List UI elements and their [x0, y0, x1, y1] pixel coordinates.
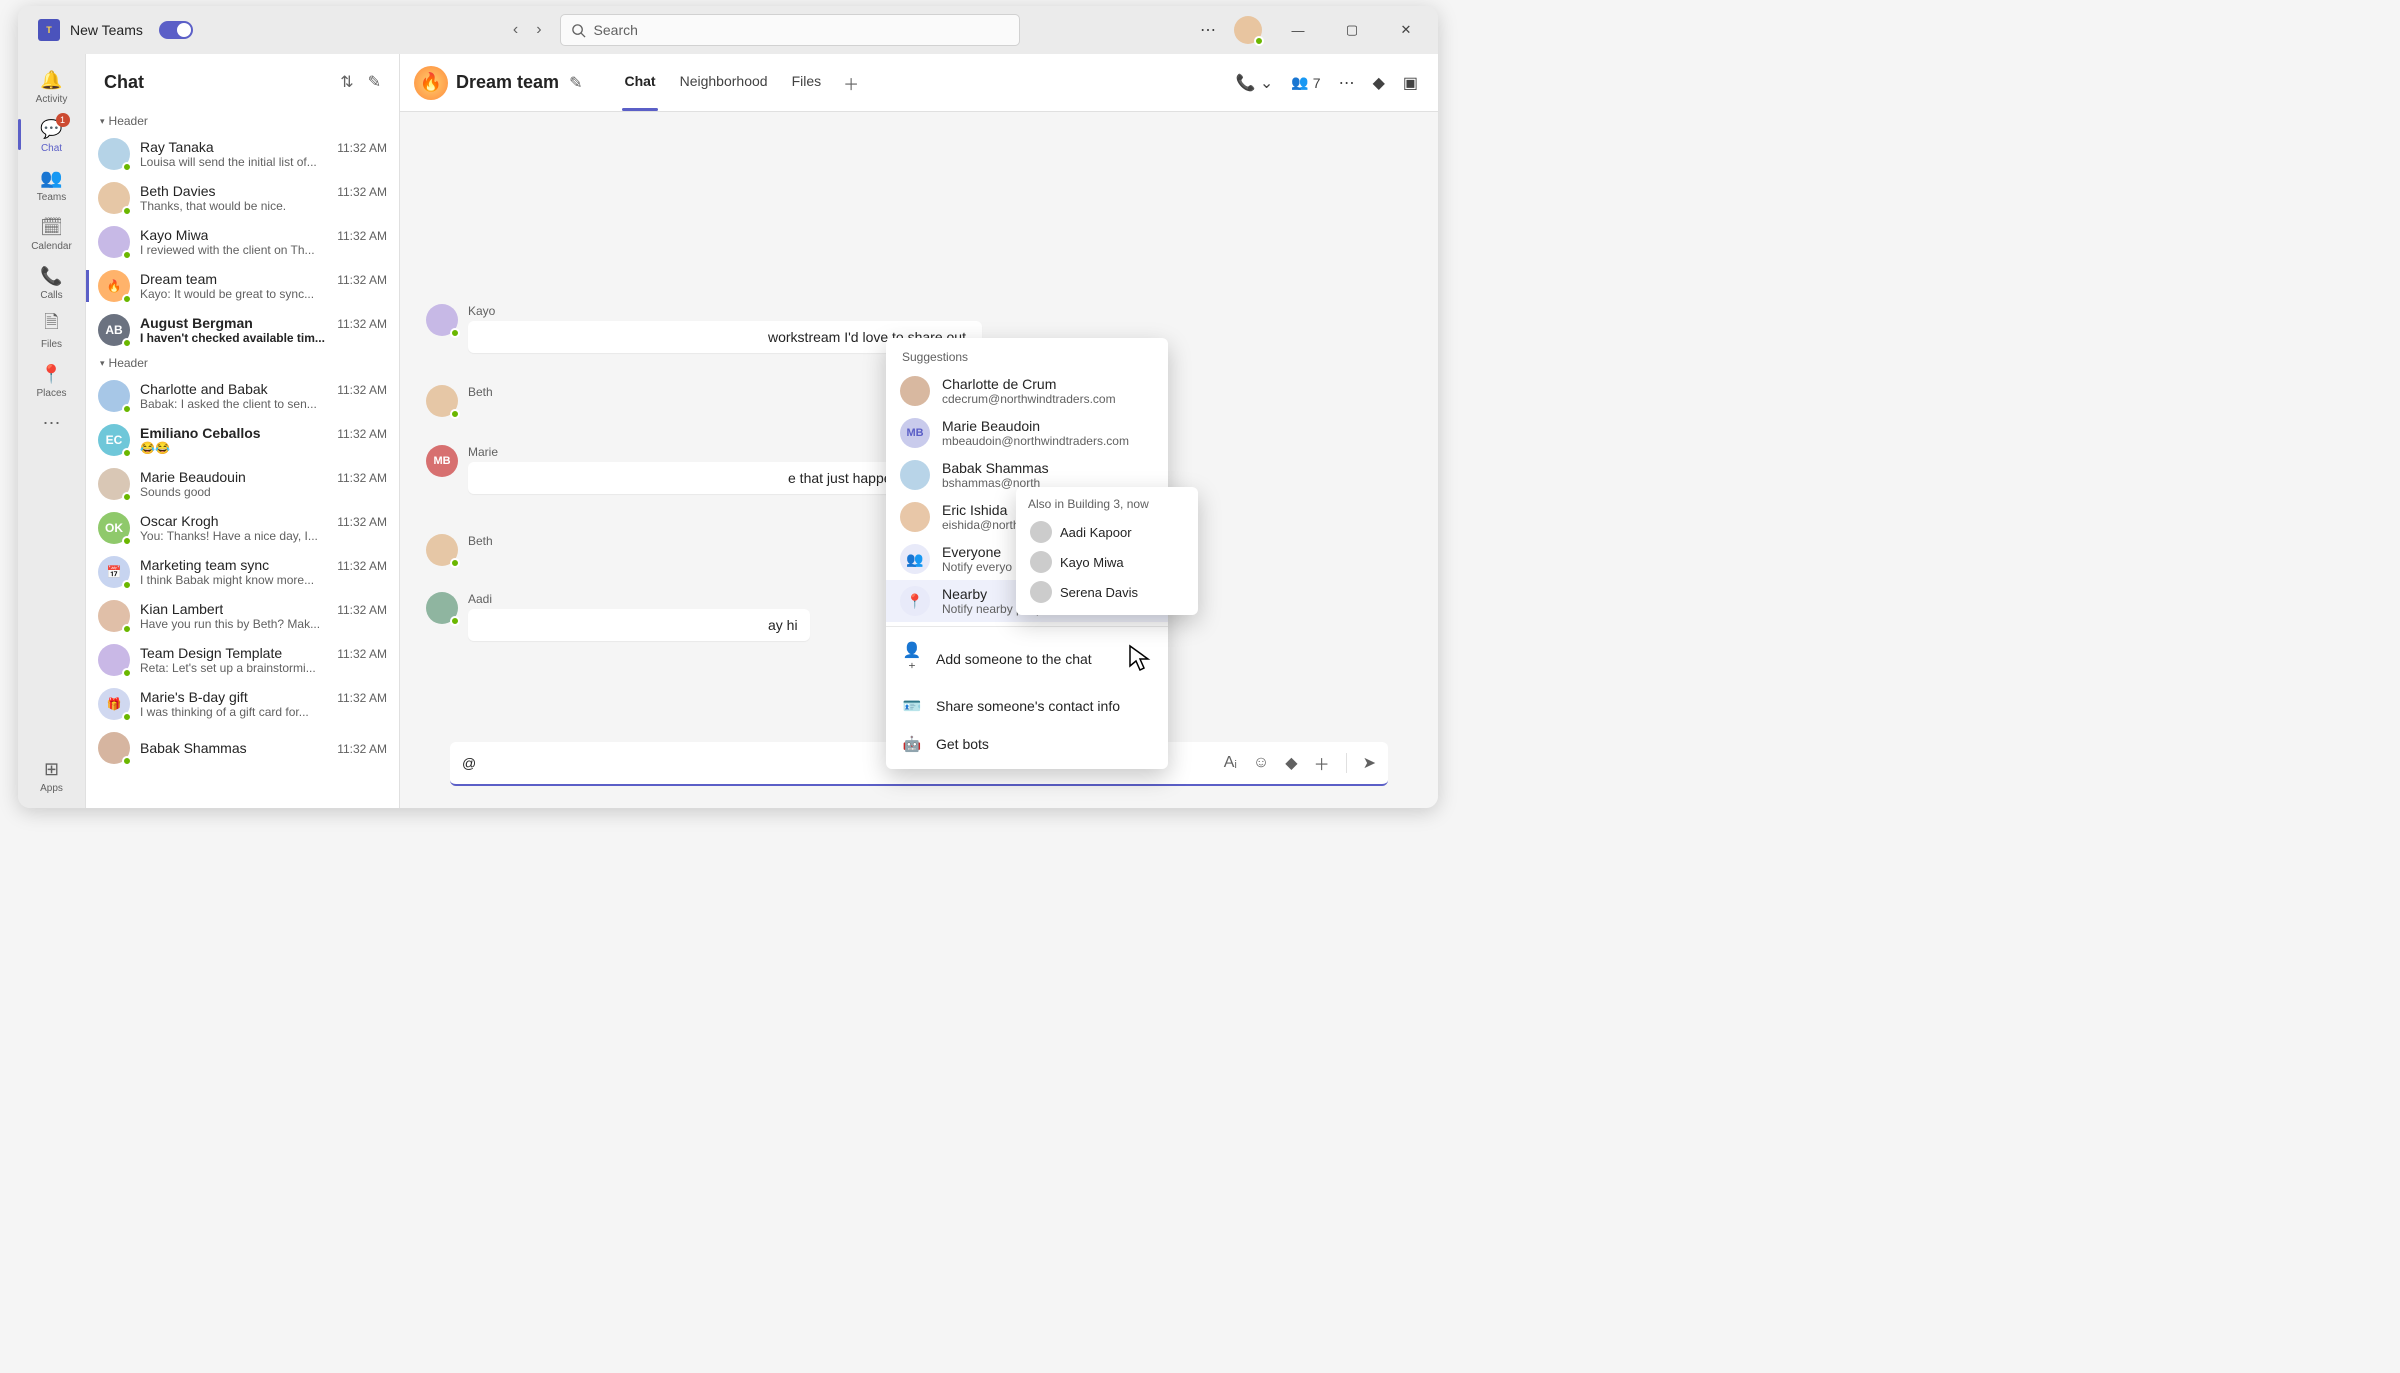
chat-list-item[interactable]: OKOscar Krogh11:32 AMYou: Thanks! Have a… [86, 506, 399, 550]
new-teams-toggle[interactable] [159, 21, 193, 39]
tab-add[interactable]: ＋ [833, 55, 869, 111]
titlebar: T New Teams ‹ › Search ― ▢ ✕ [18, 6, 1438, 54]
window-maximize[interactable]: ▢ [1334, 22, 1370, 38]
emoji-icon[interactable]: ☺ [1253, 754, 1269, 772]
bot-icon: 🤖 [902, 735, 922, 753]
chat-panel-title: Chat [104, 72, 144, 93]
msg-sender: Beth [468, 385, 493, 399]
chat-list-item[interactable]: 🔥Dream team11:32 AMKayo: It would be gre… [86, 264, 399, 308]
nearby-person[interactable]: Aadi Kapoor [1028, 517, 1186, 547]
settings-more-icon[interactable] [1200, 20, 1216, 40]
conversation-pane: 🔥 Dream team ✎ Chat Neighborhood Files ＋… [400, 54, 1438, 808]
more-icon [40, 411, 64, 435]
suggestion-action[interactable]: 🤖Get bots [886, 725, 1168, 763]
rail-places[interactable]: 📍 Places [22, 356, 82, 403]
rail-more[interactable] [22, 405, 82, 439]
conv-more-icon[interactable] [1339, 73, 1355, 93]
suggestion-item[interactable]: Charlotte de Crumcdecrum@northwindtrader… [886, 370, 1168, 412]
file-icon: 🗎 [40, 313, 64, 337]
new-chat-icon[interactable]: ✎ [368, 72, 381, 92]
forward-button[interactable]: › [536, 21, 541, 39]
user-avatar[interactable] [1234, 16, 1262, 44]
teams-logo: T [38, 19, 60, 41]
suggestion-action[interactable]: 🪪Share someone's contact info [886, 687, 1168, 725]
person-add-icon: 👤⁺ [902, 641, 922, 677]
chat-list-item[interactable]: Beth Davies11:32 AMThanks, that would be… [86, 176, 399, 220]
open-panel-icon[interactable]: ▣ [1403, 73, 1418, 93]
chat-list-item[interactable]: Kian Lambert11:32 AMHave you run this by… [86, 594, 399, 638]
participants-button[interactable]: 👥 7 [1291, 74, 1320, 91]
loop-icon[interactable]: ◆ [1285, 753, 1297, 773]
phone-icon: 📞 [40, 264, 64, 288]
search-placeholder: Search [594, 22, 638, 38]
tab-files[interactable]: Files [780, 55, 834, 111]
chat-list-panel: Chat ⇅ ✎ ▾HeaderRay Tanaka11:32 AMLouisa… [86, 54, 400, 808]
group-avatar: 🔥 [414, 66, 448, 100]
rail-chat[interactable]: 💬1 Chat [22, 111, 82, 158]
conversation-title: Dream team [456, 72, 559, 93]
cursor-pointer [1128, 644, 1152, 677]
send-icon[interactable]: ➤ [1363, 753, 1376, 773]
msg-sender: Kayo [468, 304, 982, 318]
plus-icon[interactable]: ＋ [1314, 751, 1330, 775]
msg-sender: Aadi [468, 592, 810, 606]
msg-sender: Beth [468, 534, 493, 548]
tab-chat[interactable]: Chat [612, 55, 667, 111]
rail-calendar[interactable]: 🗓 Calendar [22, 209, 82, 256]
format-icon[interactable]: Aᵢ [1224, 754, 1237, 772]
bell-icon: 🔔 [40, 68, 64, 92]
search-input[interactable]: Search [560, 14, 1020, 46]
back-button[interactable]: ‹ [513, 21, 518, 39]
chat-list-item[interactable]: Ray Tanaka11:32 AMLouisa will send the i… [86, 132, 399, 176]
rail-apps[interactable]: ⊞ Apps [22, 751, 82, 798]
tab-neighborhood[interactable]: Neighborhood [668, 55, 780, 111]
conversation-header: 🔥 Dream team ✎ Chat Neighborhood Files ＋… [400, 54, 1438, 112]
pin-icon: 📍 [40, 362, 64, 386]
chat-list-item[interactable]: Team Design Template11:32 AMReta: Let's … [86, 638, 399, 682]
search-icon [571, 23, 586, 38]
apps-icon: ⊞ [40, 757, 64, 781]
chat-list-item[interactable]: ECEmiliano Ceballos11:32 AM😂😂 [86, 418, 399, 462]
chat-icon: 💬1 [40, 117, 64, 141]
copilot-icon[interactable]: ◆ [1373, 73, 1385, 93]
calendar-icon: 🗓 [40, 215, 64, 239]
chat-list-item[interactable]: ABAugust Bergman11:32 AMI haven't checke… [86, 308, 399, 352]
people-icon: 👥 [40, 166, 64, 190]
presence-dot [1254, 36, 1264, 46]
rail-files[interactable]: 🗎 Files [22, 307, 82, 354]
filter-icon[interactable]: ⇅ [340, 72, 353, 92]
rail-activity[interactable]: 🔔 Activity [22, 62, 82, 109]
suggestion-item[interactable]: MBMarie Beaudoinmbeaudoin@northwindtrade… [886, 412, 1168, 454]
chat-section-header[interactable]: ▾Header [86, 110, 399, 132]
suggestion-action[interactable]: 👤⁺Add someone to the chat [886, 631, 1168, 687]
contact-card-icon: 🪪 [902, 697, 922, 715]
edit-title-icon[interactable]: ✎ [569, 73, 582, 93]
window-close[interactable]: ✕ [1388, 22, 1424, 38]
chat-section-header[interactable]: ▾Header [86, 352, 399, 374]
app-rail: 🔔 Activity 💬1 Chat 👥 Teams 🗓 Calendar 📞 … [18, 54, 86, 808]
chat-list-item[interactable]: Marie Beaudouin11:32 AMSounds good [86, 462, 399, 506]
rail-teams[interactable]: 👥 Teams [22, 160, 82, 207]
msg-bubble: ay hi [468, 609, 810, 641]
nearby-person[interactable]: Serena Davis [1028, 577, 1186, 607]
app-title: New Teams [70, 22, 143, 38]
chat-list-item[interactable]: Kayo Miwa11:32 AMI reviewed with the cli… [86, 220, 399, 264]
call-button[interactable]: 📞 ⌄ [1236, 73, 1274, 93]
nearby-flyout: Also in Building 3, now Aadi KapoorKayo … [1016, 487, 1198, 615]
chat-list-item[interactable]: 📅Marketing team sync11:32 AMI think Baba… [86, 550, 399, 594]
chat-list-item[interactable]: Charlotte and Babak11:32 AMBabak: I aske… [86, 374, 399, 418]
flyout-title: Also in Building 3, now [1028, 497, 1186, 511]
unread-badge: 1 [56, 113, 70, 127]
popup-header: Suggestions [886, 338, 1168, 370]
chat-list-item[interactable]: Babak Shammas11:32 AM [86, 726, 399, 770]
window-minimize[interactable]: ― [1280, 23, 1316, 38]
nearby-person[interactable]: Kayo Miwa [1028, 547, 1186, 577]
rail-calls[interactable]: 📞 Calls [22, 258, 82, 305]
chat-list-item[interactable]: 🎁Marie's B-day gift11:32 AMI was thinkin… [86, 682, 399, 726]
